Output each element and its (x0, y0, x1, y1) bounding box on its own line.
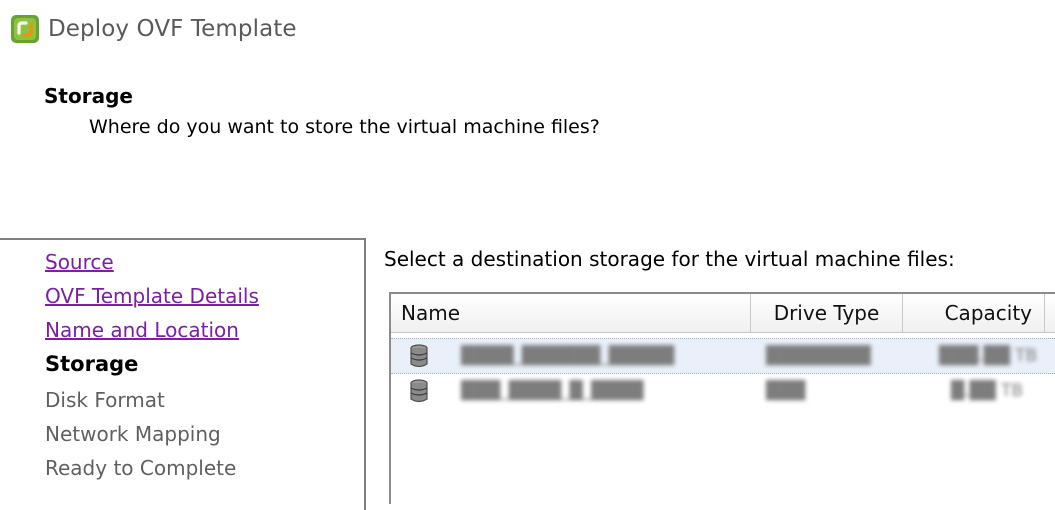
row-drive-type: ███ (766, 381, 806, 401)
row-drive-type: ████████ (766, 346, 871, 366)
table-header: Name Drive Type Capacity (391, 294, 1055, 333)
column-header-overflow[interactable] (1045, 294, 1055, 332)
datastore-table[interactable]: Name Drive Type Capacity ████_██████_███… (389, 292, 1055, 504)
title-bar: Deploy OVF Template (10, 14, 297, 44)
datastore-icon (410, 379, 428, 403)
destination-prompt: Select a destination storage for the vir… (384, 247, 955, 271)
table-row[interactable]: ████_██████_█████ ████████ ███.██ TB (391, 338, 1055, 374)
column-header-drive-type[interactable]: Drive Type (751, 294, 903, 332)
row-name: ███_████_█_████ (461, 381, 644, 401)
vsphere-logo-icon (11, 15, 39, 43)
row-capacity: █.██ TB (951, 381, 1024, 401)
nav-step-ovf-template-details[interactable]: OVF Template Details (45, 284, 259, 308)
step-question: Where do you want to store the virtual m… (89, 116, 600, 138)
step-heading: Storage (44, 84, 133, 108)
nav-step-storage: Storage (45, 352, 139, 376)
nav-step-disk-format: Disk Format (45, 388, 165, 412)
nav-step-network-mapping: Network Mapping (45, 422, 221, 446)
nav-step-name-and-location[interactable]: Name and Location (45, 318, 239, 342)
step-header: Storage Where do you want to store the v… (44, 84, 600, 138)
column-header-name[interactable]: Name (391, 294, 751, 332)
nav-step-source[interactable]: Source (45, 250, 114, 274)
row-capacity: ███.██ TB (939, 346, 1038, 366)
window-title: Deploy OVF Template (48, 16, 297, 42)
nav-step-ready-to-complete: Ready to Complete (45, 456, 237, 480)
column-header-capacity[interactable]: Capacity (903, 294, 1045, 332)
table-row[interactable]: ███_████_█_████ ███ █.██ TB (391, 374, 1055, 408)
row-name: ████_██████_█████ (461, 346, 675, 366)
datastore-icon (410, 344, 428, 368)
wizard-steps-panel: Source OVF Template Details Name and Loc… (0, 238, 366, 510)
